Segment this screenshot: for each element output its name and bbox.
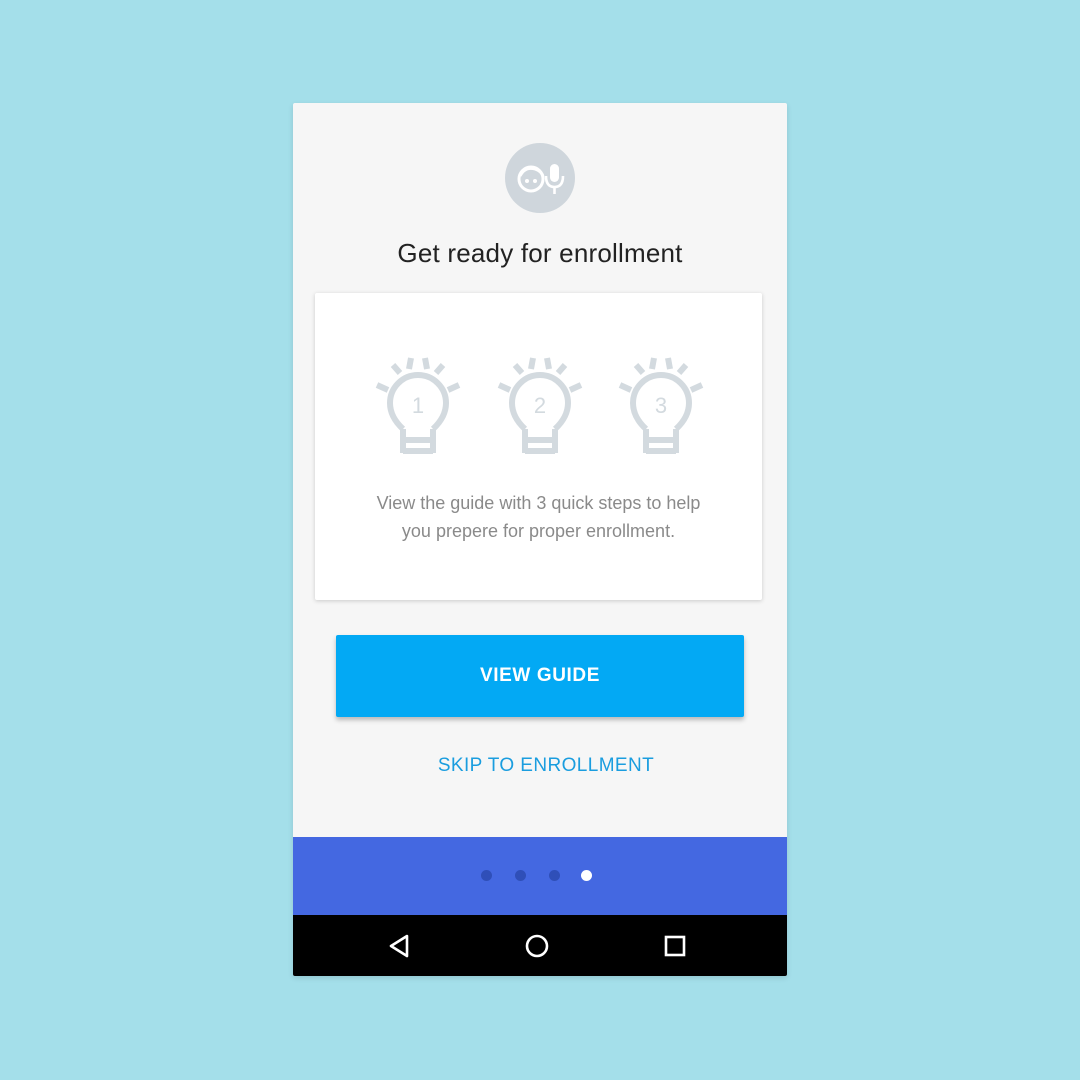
home-icon[interactable] xyxy=(520,929,554,963)
back-icon[interactable] xyxy=(383,929,417,963)
lightbulb-icon: 1 xyxy=(370,353,466,463)
lightbulb-icon: 2 xyxy=(492,353,588,463)
recents-icon[interactable] xyxy=(658,929,692,963)
guide-description: View the guide with 3 quick steps to hel… xyxy=(335,489,742,545)
page-dot[interactable] xyxy=(481,870,492,881)
view-guide-button[interactable]: VIEW GUIDE xyxy=(336,635,744,717)
step-number: 2 xyxy=(534,393,546,418)
page-dot[interactable] xyxy=(549,870,560,881)
step-number: 1 xyxy=(412,393,424,418)
guide-description-line: View the guide with 3 quick steps to hel… xyxy=(376,493,701,513)
page-indicator xyxy=(293,837,787,915)
lightbulb-icon: 3 xyxy=(613,353,709,463)
pager-footer xyxy=(293,837,787,915)
page-dot[interactable] xyxy=(515,870,526,881)
step-number: 3 xyxy=(655,393,667,418)
page-dot-active[interactable] xyxy=(581,870,592,881)
steps-illustration: 1 2 3 xyxy=(370,353,710,463)
phone-screen: Get ready for enrollment 1 2 3 View the … xyxy=(293,103,787,976)
page-title: Get ready for enrollment xyxy=(397,238,683,268)
guide-card: 1 2 3 View the guide with 3 quick steps … xyxy=(315,293,762,600)
guide-description-line: you prepere for proper enrollment. xyxy=(401,521,676,541)
face-and-microphone-icon xyxy=(505,143,575,213)
skip-to-enrollment-button[interactable]: SKIP TO ENROLLMENT xyxy=(396,751,696,781)
android-navigation-bar xyxy=(293,915,787,976)
